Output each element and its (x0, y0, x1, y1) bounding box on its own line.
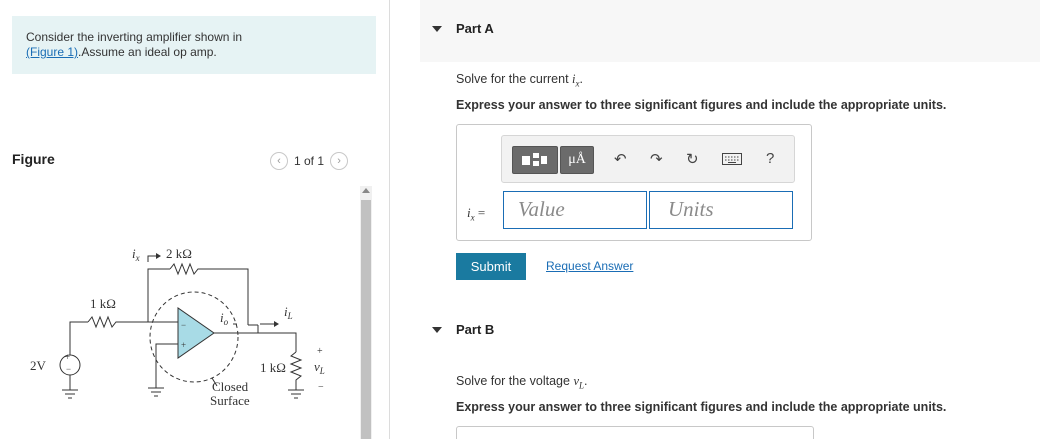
answer-box: μÅ ↶ ↷ ↻ ? ix = Value Units (456, 124, 812, 241)
redo-icon[interactable]: ↷ (650, 150, 663, 168)
figure-link[interactable]: (Figure 1) (26, 45, 78, 59)
collapse-triangle-icon[interactable] (432, 326, 442, 333)
source-plus: + (65, 352, 70, 362)
templates-icon[interactable] (512, 146, 558, 174)
chevron-right-icon[interactable]: › (330, 152, 349, 170)
io-label: io (220, 310, 229, 327)
figure-title: Figure (12, 151, 55, 167)
undo-icon[interactable]: ↶ (614, 150, 627, 168)
part-a-header-bar[interactable] (420, 0, 1040, 62)
reset-icon[interactable]: ↻ (686, 150, 699, 168)
scroll-up-arrow-icon[interactable] (362, 188, 370, 193)
source-minus: − (66, 364, 71, 374)
part-b-instruction: Express your answer to three significant… (456, 400, 947, 414)
keyboard-icon[interactable] (722, 152, 742, 169)
page-indicator: 1 of 1 (294, 154, 325, 168)
part-b-header[interactable]: Part B (432, 322, 494, 337)
scroll-thumb[interactable] (361, 200, 371, 439)
question-panel: Part A Solve for the current ix. Express… (420, 0, 1040, 439)
resistor-r1 (87, 315, 148, 329)
request-answer-link[interactable]: Request Answer (546, 259, 633, 273)
collapse-triangle-icon[interactable] (432, 25, 442, 32)
part-b-title: Part B (456, 322, 495, 337)
help-icon[interactable]: ? (766, 150, 774, 167)
ground-symbol-icon (288, 389, 304, 399)
opamp-plus: + (181, 340, 186, 350)
ground-symbol-icon (148, 387, 164, 397)
units-button[interactable]: μÅ (560, 146, 594, 174)
ix-arrow (147, 255, 156, 262)
chevron-left-icon[interactable]: ‹ (270, 152, 288, 170)
intro-text: Consider the inverting amplifier shown i… (26, 30, 243, 44)
part-a-question: Solve for the current ix. (456, 72, 583, 89)
closed-surface-label-2: Surface (210, 393, 250, 408)
part-b-question: Solve for the voltage vL. (456, 374, 588, 391)
opamp-minus: − (181, 320, 186, 330)
figure-scrollbar[interactable] (360, 186, 372, 439)
intro-text-2: .Assume an ideal op amp. (78, 45, 217, 59)
figure-panel: Consider the inverting amplifier shown i… (0, 0, 390, 439)
closed-surface-label-1: Closed (212, 379, 249, 394)
circuit-diagram: + − 2V 1 kΩ 2 kΩ ix − + io iL 1 kΩ + vL … (30, 246, 325, 408)
submit-button[interactable]: Submit (456, 253, 526, 280)
resistor-rl (289, 351, 303, 390)
vl-label: vL (314, 359, 325, 376)
il-label: iL (284, 304, 293, 321)
vl-plus: + (317, 346, 323, 357)
part-a-header[interactable]: Part A (432, 21, 494, 36)
r1-label: 1 kΩ (90, 296, 116, 311)
ix-label: ix (132, 246, 140, 263)
value-input[interactable]: Value (503, 191, 647, 229)
op-amp (177, 307, 215, 359)
problem-intro: Consider the inverting amplifier shown i… (12, 16, 376, 74)
math-toolbar: μÅ ↶ ↷ ↻ ? (501, 135, 795, 183)
rl-label: 1 kΩ (260, 360, 286, 375)
part-a-instruction: Express your answer to three significant… (456, 98, 947, 112)
equation-label: ix = (467, 205, 486, 223)
source-label: 2V (30, 358, 47, 373)
units-input[interactable]: Units (649, 191, 793, 229)
part-b-answer-box (456, 426, 814, 439)
part-a-title: Part A (456, 21, 494, 36)
figure-pager: ‹ 1 of 1 › (270, 152, 349, 170)
vl-minus: − (318, 382, 324, 393)
ground-symbol-icon (62, 389, 78, 399)
rf-label: 2 kΩ (166, 246, 192, 261)
